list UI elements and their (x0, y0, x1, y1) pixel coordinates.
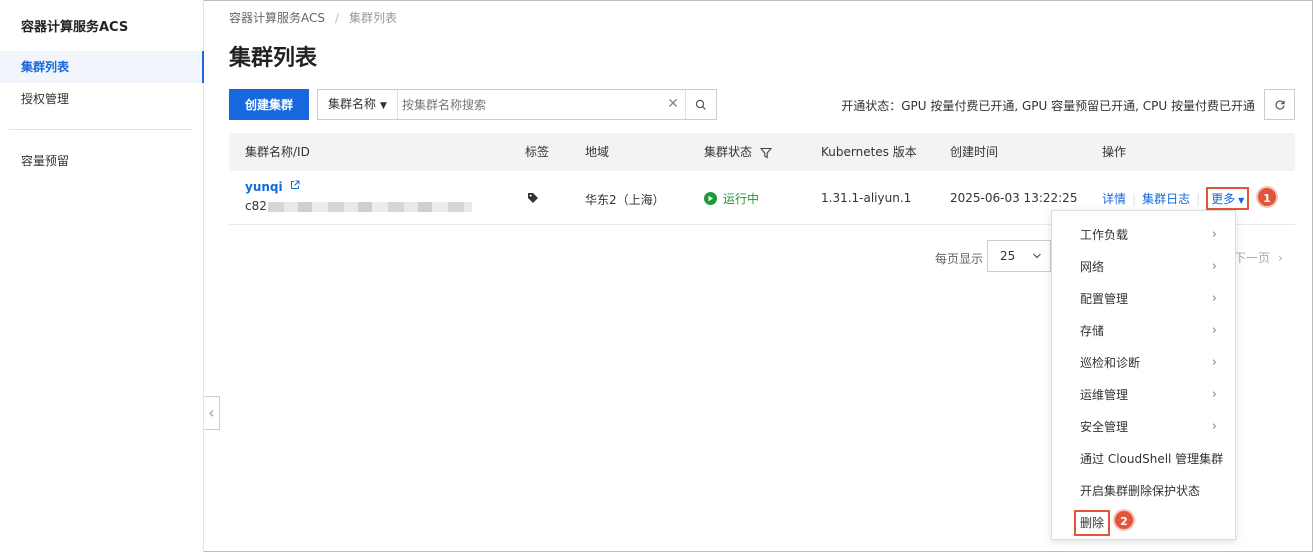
caret-down-icon: ▼ (380, 101, 387, 111)
service-status-text: 开通状态：GPU 按量付费已开通, GPU 容量预留已开通, CPU 按量付费已… (841, 99, 1255, 113)
menu-item-label: 通过 CloudShell 管理集群 (1080, 452, 1224, 466)
table-header: 集群名称/ID 标签 地域 集群状态 Kubernetes 版本 创建时间 操作 (229, 133, 1295, 171)
search-button[interactable] (685, 90, 716, 119)
external-link-icon[interactable] (290, 180, 300, 190)
breadcrumb-separator: / (335, 11, 340, 25)
column-header-created: 创建时间 (950, 145, 999, 159)
menu-item-label: 开启集群删除保护状态 (1080, 484, 1201, 498)
menu-item-label: 工作负载 (1080, 228, 1129, 242)
breadcrumb-current: 集群列表 (349, 11, 398, 25)
menu-item-label: 配置管理 (1080, 292, 1129, 306)
menu-item-operations[interactable]: 运维管理 › (1052, 379, 1235, 411)
sidebar-item-cluster-list[interactable]: 集群列表 (0, 51, 204, 83)
menu-item-label: 巡检和诊断 (1080, 356, 1141, 370)
region-cell: 华东2（上海） (585, 193, 665, 207)
sidebar-collapse-button[interactable]: ‹ (204, 396, 220, 430)
column-header-status[interactable]: 集群状态 (704, 133, 773, 171)
chevron-right-icon: › (1278, 251, 1283, 265)
more-dropdown-button[interactable]: 更多 ▼ (1206, 187, 1250, 210)
cluster-id: c82 (245, 199, 472, 213)
next-page-label: 下一页 (1234, 251, 1271, 265)
details-link[interactable]: 详情 (1102, 192, 1126, 206)
chevron-right-icon: › (1211, 259, 1217, 274)
menu-item-storage[interactable]: 存储 › (1052, 315, 1235, 347)
actions-cell: 详情 | 集群日志 | 更多 ▼ (1102, 187, 1250, 210)
created-cell: 2025-06-03 13:22:25 (950, 191, 1078, 205)
sidebar-item-capacity-reservation[interactable]: 容量预留 (0, 145, 204, 177)
search-input[interactable] (402, 94, 652, 115)
step-badge-1: 1 (1256, 186, 1278, 208)
cluster-logs-link[interactable]: 集群日志 (1142, 192, 1190, 206)
cluster-name: yunqi (245, 180, 283, 194)
cluster-name-link[interactable]: yunqi (245, 180, 300, 194)
action-separator: | (1196, 192, 1201, 206)
column-header-tags: 标签 (525, 145, 550, 159)
column-header-name: 集群名称/ID (245, 145, 310, 159)
running-status-icon (704, 192, 717, 205)
menu-item-label: 网络 (1080, 260, 1105, 274)
sidebar: 容器计算服务ACS 集群列表 授权管理 容量预留 (0, 0, 204, 552)
chevron-right-icon: › (1211, 291, 1217, 306)
clear-icon[interactable]: ✕ (662, 90, 684, 119)
version-cell: 1.31.1-aliyun.1 (821, 191, 912, 205)
create-cluster-button[interactable]: 创建集群 (229, 89, 309, 120)
page-size-select[interactable]: 25 (987, 240, 1051, 272)
chevron-left-icon: ‹ (208, 403, 215, 422)
chevron-right-icon: › (1211, 355, 1217, 370)
menu-item-delete[interactable]: 删除 (1052, 507, 1235, 539)
refresh-button[interactable] (1264, 89, 1295, 120)
delete-label: 删除 (1074, 510, 1111, 536)
breadcrumb-root[interactable]: 容器计算服务ACS (229, 11, 325, 25)
page-size-value: 25 (1000, 249, 1016, 263)
next-page-button[interactable]: 下一页 › (1234, 249, 1283, 266)
menu-item-config[interactable]: 配置管理 › (1052, 283, 1235, 315)
sidebar-title: 容器计算服务ACS (21, 20, 129, 35)
search-icon (695, 99, 706, 110)
status-label: 运行中 (723, 192, 760, 206)
refresh-icon (1274, 99, 1285, 110)
caret-down-icon: ▼ (1238, 196, 1245, 205)
column-header-actions: 操作 (1102, 145, 1127, 159)
column-header-version: Kubernetes 版本 (821, 145, 917, 159)
breadcrumb: 容器计算服务ACS / 集群列表 (229, 9, 397, 26)
menu-item-deletion-protection[interactable]: 开启集群删除保护状态 (1052, 475, 1235, 507)
menu-item-label: 安全管理 (1080, 420, 1129, 434)
sidebar-item-authorization[interactable]: 授权管理 (0, 83, 204, 115)
chevron-right-icon: › (1211, 419, 1217, 434)
menu-item-inspection[interactable]: 巡检和诊断 › (1052, 347, 1235, 379)
menu-item-label: 存储 (1080, 324, 1105, 338)
menu-item-workloads[interactable]: 工作负载 › (1052, 219, 1235, 251)
more-actions-menu: 工作负载 › 网络 › 配置管理 › 存储 › 巡检和诊断 › 运维管理 › 安全管理 › 通… (1051, 210, 1236, 540)
tag-icon[interactable] (527, 192, 539, 207)
redacted-id (267, 201, 472, 212)
search-box: 集群名称▼ ✕ (317, 89, 717, 120)
menu-item-cloudshell[interactable]: 通过 CloudShell 管理集群 (1052, 443, 1235, 475)
chevron-right-icon: › (1211, 323, 1217, 338)
menu-item-security[interactable]: 安全管理 › (1052, 411, 1235, 443)
menu-item-label: 运维管理 (1080, 388, 1129, 402)
chevron-down-icon (1033, 253, 1041, 259)
search-field-select[interactable]: 集群名称 ▼ (318, 90, 398, 119)
search-field-label: 集群名称 (328, 97, 377, 111)
sidebar-divider (9, 129, 192, 130)
column-header-status-label: 集群状态 (704, 145, 753, 159)
menu-item-network[interactable]: 网络 › (1052, 251, 1235, 283)
status-cell: 运行中 (704, 190, 759, 207)
cluster-id-prefix: c82 (245, 199, 267, 213)
chevron-right-icon: › (1211, 387, 1217, 402)
column-header-region: 地域 (585, 145, 610, 159)
action-separator: | (1132, 192, 1137, 206)
page-title: 集群列表 (229, 46, 318, 71)
filter-icon[interactable] (759, 147, 773, 159)
per-page-label: 每页显示 (935, 252, 984, 266)
step-badge-2: 2 (1113, 509, 1135, 531)
chevron-right-icon: › (1211, 227, 1217, 242)
more-label: 更多 (1211, 192, 1236, 206)
